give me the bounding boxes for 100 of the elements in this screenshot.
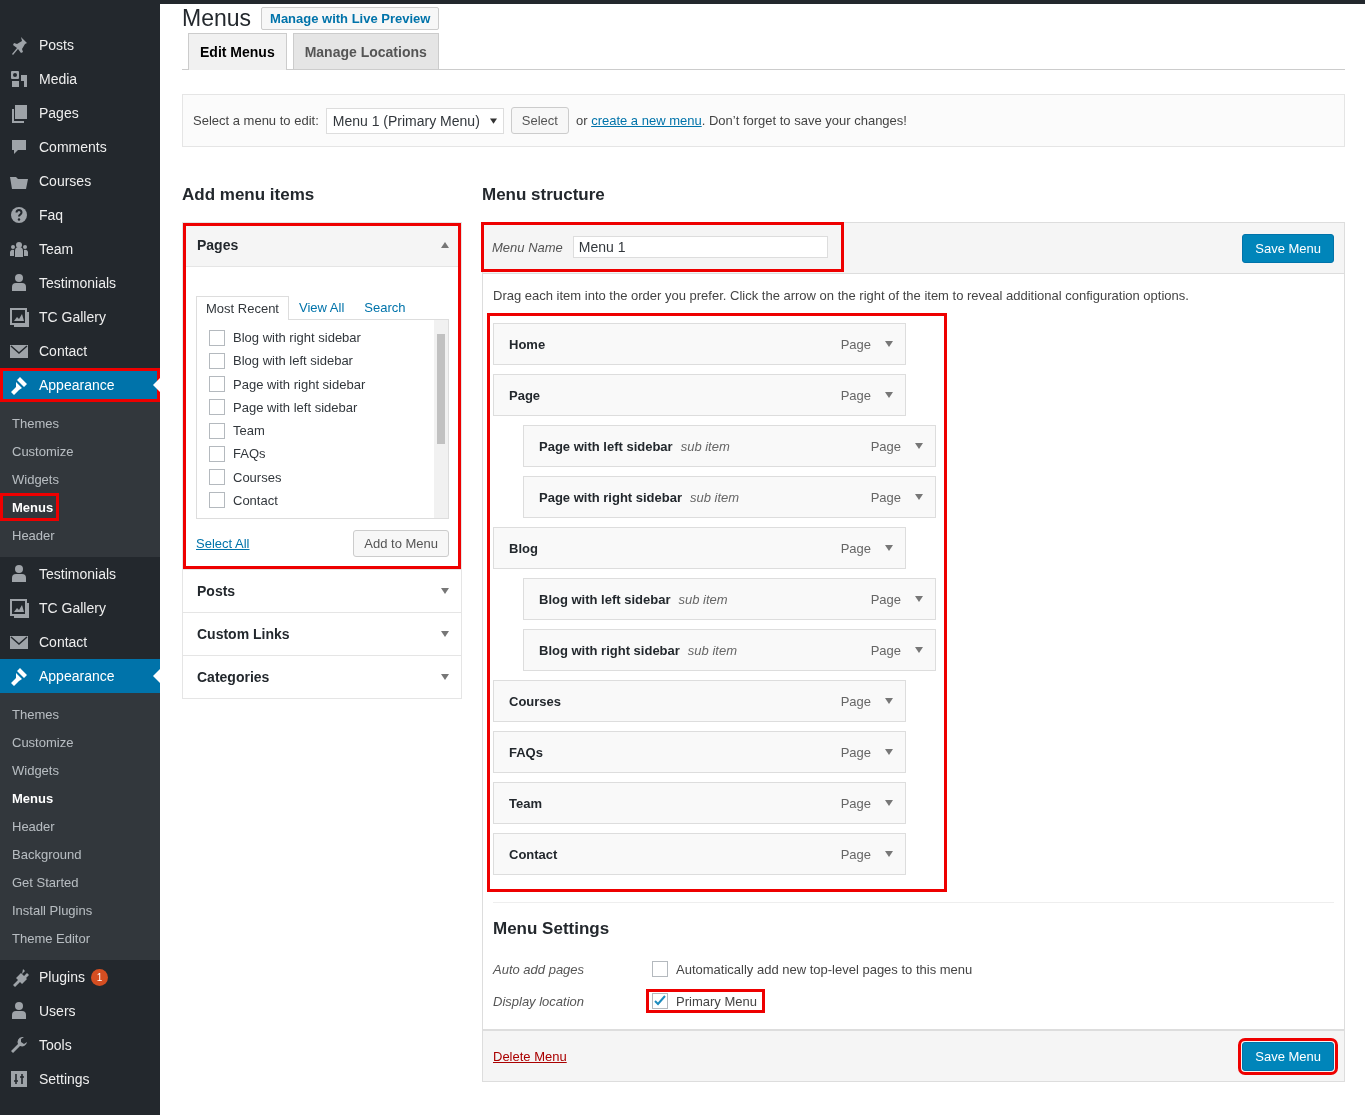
submenu-item[interactable]: Get Started [0, 868, 85, 896]
scrollbar[interactable] [434, 320, 448, 518]
caret-icon[interactable] [441, 674, 449, 680]
sliders-icon [9, 1069, 29, 1089]
sidebar-menu-item[interactable]: TC Gallery [0, 300, 160, 334]
submenu-item[interactable]: Themes [0, 700, 65, 728]
menu-item-row[interactable]: Courses Page [493, 680, 906, 722]
checkbox[interactable] [209, 492, 225, 509]
select-button[interactable]: Select [510, 107, 569, 134]
sidebar-menu-item[interactable]: Pages [0, 96, 160, 130]
checkbox[interactable] [209, 445, 225, 462]
sidebar-menu-item[interactable]: Tools [0, 1028, 160, 1062]
caret-icon[interactable] [915, 647, 923, 653]
submenu-item[interactable]: Header [0, 812, 61, 840]
menu-name-field[interactable]: Menu 1 [572, 236, 828, 258]
caret-icon[interactable] [441, 631, 449, 637]
media-icon [9, 69, 29, 89]
sidebar-menu-item[interactable]: Faq [0, 198, 160, 232]
caret-icon[interactable] [441, 242, 449, 248]
accordion-header[interactable]: Pages [183, 223, 461, 267]
submenu-item[interactable]: Theme Editor [0, 924, 97, 952]
menu-item-row[interactable]: Team Page [493, 782, 906, 824]
sidebar-menu-item[interactable]: TC Gallery [0, 591, 160, 625]
sidebar-menu-item[interactable]: Courses [0, 164, 160, 198]
checkbox[interactable] [209, 352, 225, 369]
caret-icon[interactable] [915, 596, 923, 602]
add-to-menu-button[interactable]: Add to Menu [353, 530, 449, 557]
delete-menu-link[interactable]: Delete Menu [493, 1048, 567, 1064]
submenu-item[interactable]: Menus [0, 784, 60, 812]
submenu-item[interactable]: Widgets [0, 756, 65, 784]
page-option-label: Blog with right sidebar [233, 330, 361, 346]
submenu-item[interactable]: Header [0, 521, 61, 549]
panel-tab[interactable]: Most Recent [196, 296, 289, 320]
menu-item-row[interactable]: Page with left sidebar sub item Page [523, 425, 936, 467]
checkbox[interactable] [209, 469, 225, 486]
caret-icon[interactable] [915, 443, 923, 449]
submenu-item[interactable]: Widgets [0, 465, 65, 493]
sidebar-menu-item[interactable]: Appearance [0, 659, 160, 693]
accordion-header[interactable]: Categories [183, 655, 461, 698]
sidebar-menu-item[interactable]: Contact [0, 625, 160, 659]
menu-dropdown[interactable]: Menu 1 (Primary Menu) [325, 107, 504, 134]
caret-icon[interactable] [441, 588, 449, 594]
checkbox[interactable] [209, 422, 225, 439]
caret-icon[interactable] [885, 800, 893, 806]
accordion-header[interactable]: Posts [183, 569, 461, 612]
live-preview-button[interactable]: Manage with Live Preview [261, 6, 440, 30]
submenu-item[interactable]: Menus [0, 493, 60, 521]
accordion-header[interactable]: Custom Links [183, 612, 461, 655]
caret-icon[interactable] [885, 749, 893, 755]
user-icon [9, 564, 29, 584]
submenu-item[interactable]: Themes [0, 409, 65, 437]
menu-item-row[interactable]: Blog with right sidebar sub item Page [523, 629, 936, 671]
checkbox[interactable] [209, 399, 225, 416]
sidebar-menu-item[interactable]: Team [0, 232, 160, 266]
sidebar-menu-item[interactable]: Testimonials [0, 266, 160, 300]
save-menu-button[interactable]: Save Menu [1242, 233, 1334, 263]
sidebar-menu-item[interactable]: Comments [0, 130, 160, 164]
panel-tab[interactable]: View All [289, 295, 355, 319]
checkbox[interactable] [209, 376, 225, 393]
caret-icon[interactable] [885, 392, 893, 398]
page-option-label: Team [233, 423, 265, 439]
select-all-link[interactable]: Select All [196, 536, 250, 551]
submenu-item[interactable]: Background [0, 840, 88, 868]
checkbox[interactable] [652, 993, 668, 1009]
menu-item-row[interactable]: Blog Page [493, 527, 906, 569]
menu-item-row[interactable]: Blog with left sidebar sub item Page [523, 578, 936, 620]
sidebar-menu-item[interactable]: Media [0, 62, 160, 96]
menu-item-row[interactable]: Page with right sidebar sub item Page [523, 476, 936, 518]
menu-item-row[interactable]: Page Page [493, 374, 906, 416]
caret-icon[interactable] [915, 494, 923, 500]
sidebar-menu-item[interactable]: Appearance [0, 368, 160, 402]
submenu-item[interactable]: Install Plugins [0, 896, 99, 924]
sidebar-menu-item[interactable]: Users [0, 994, 160, 1028]
sidebar-menu-item[interactable]: Contact [0, 334, 160, 368]
user-icon [9, 1001, 29, 1021]
caret-icon[interactable] [885, 545, 893, 551]
sidebar-menu-item[interactable]: Testimonials [0, 557, 160, 591]
create-menu-link[interactable]: create a new menu [591, 113, 702, 128]
menu-item-row[interactable]: Home Page [493, 323, 906, 365]
tab[interactable]: Manage Locations [292, 33, 439, 69]
count-badge: 1 [90, 968, 108, 986]
menu-item-row[interactable]: FAQs Page [493, 731, 906, 773]
checkbox[interactable] [209, 329, 225, 346]
option-label: Automatically add new top-level pages to this menu [676, 961, 973, 977]
caret-icon[interactable] [885, 851, 893, 857]
checkbox[interactable] [652, 961, 668, 977]
save-hint-text: or create a new menu. Don’t forget to save your changes! [575, 113, 907, 128]
menu-item-row[interactable]: Contact Page [493, 833, 906, 875]
sidebar-menu-item[interactable]: Settings [0, 1062, 160, 1096]
panel-tab[interactable]: Search [354, 295, 416, 319]
caret-icon[interactable] [885, 698, 893, 704]
menu-name-label: Menu Name [492, 239, 563, 255]
caret-icon[interactable] [885, 341, 893, 347]
tab[interactable]: Edit Menus [188, 33, 287, 70]
sidebar-menu-item[interactable]: Plugins 1 [0, 960, 160, 994]
submenu-item[interactable]: Customize [0, 437, 80, 465]
sidebar-menu-item[interactable]: Posts [0, 28, 160, 62]
submenu-item[interactable]: Customize [0, 728, 80, 756]
brush-icon [9, 666, 29, 686]
gallery-icon [9, 598, 29, 618]
